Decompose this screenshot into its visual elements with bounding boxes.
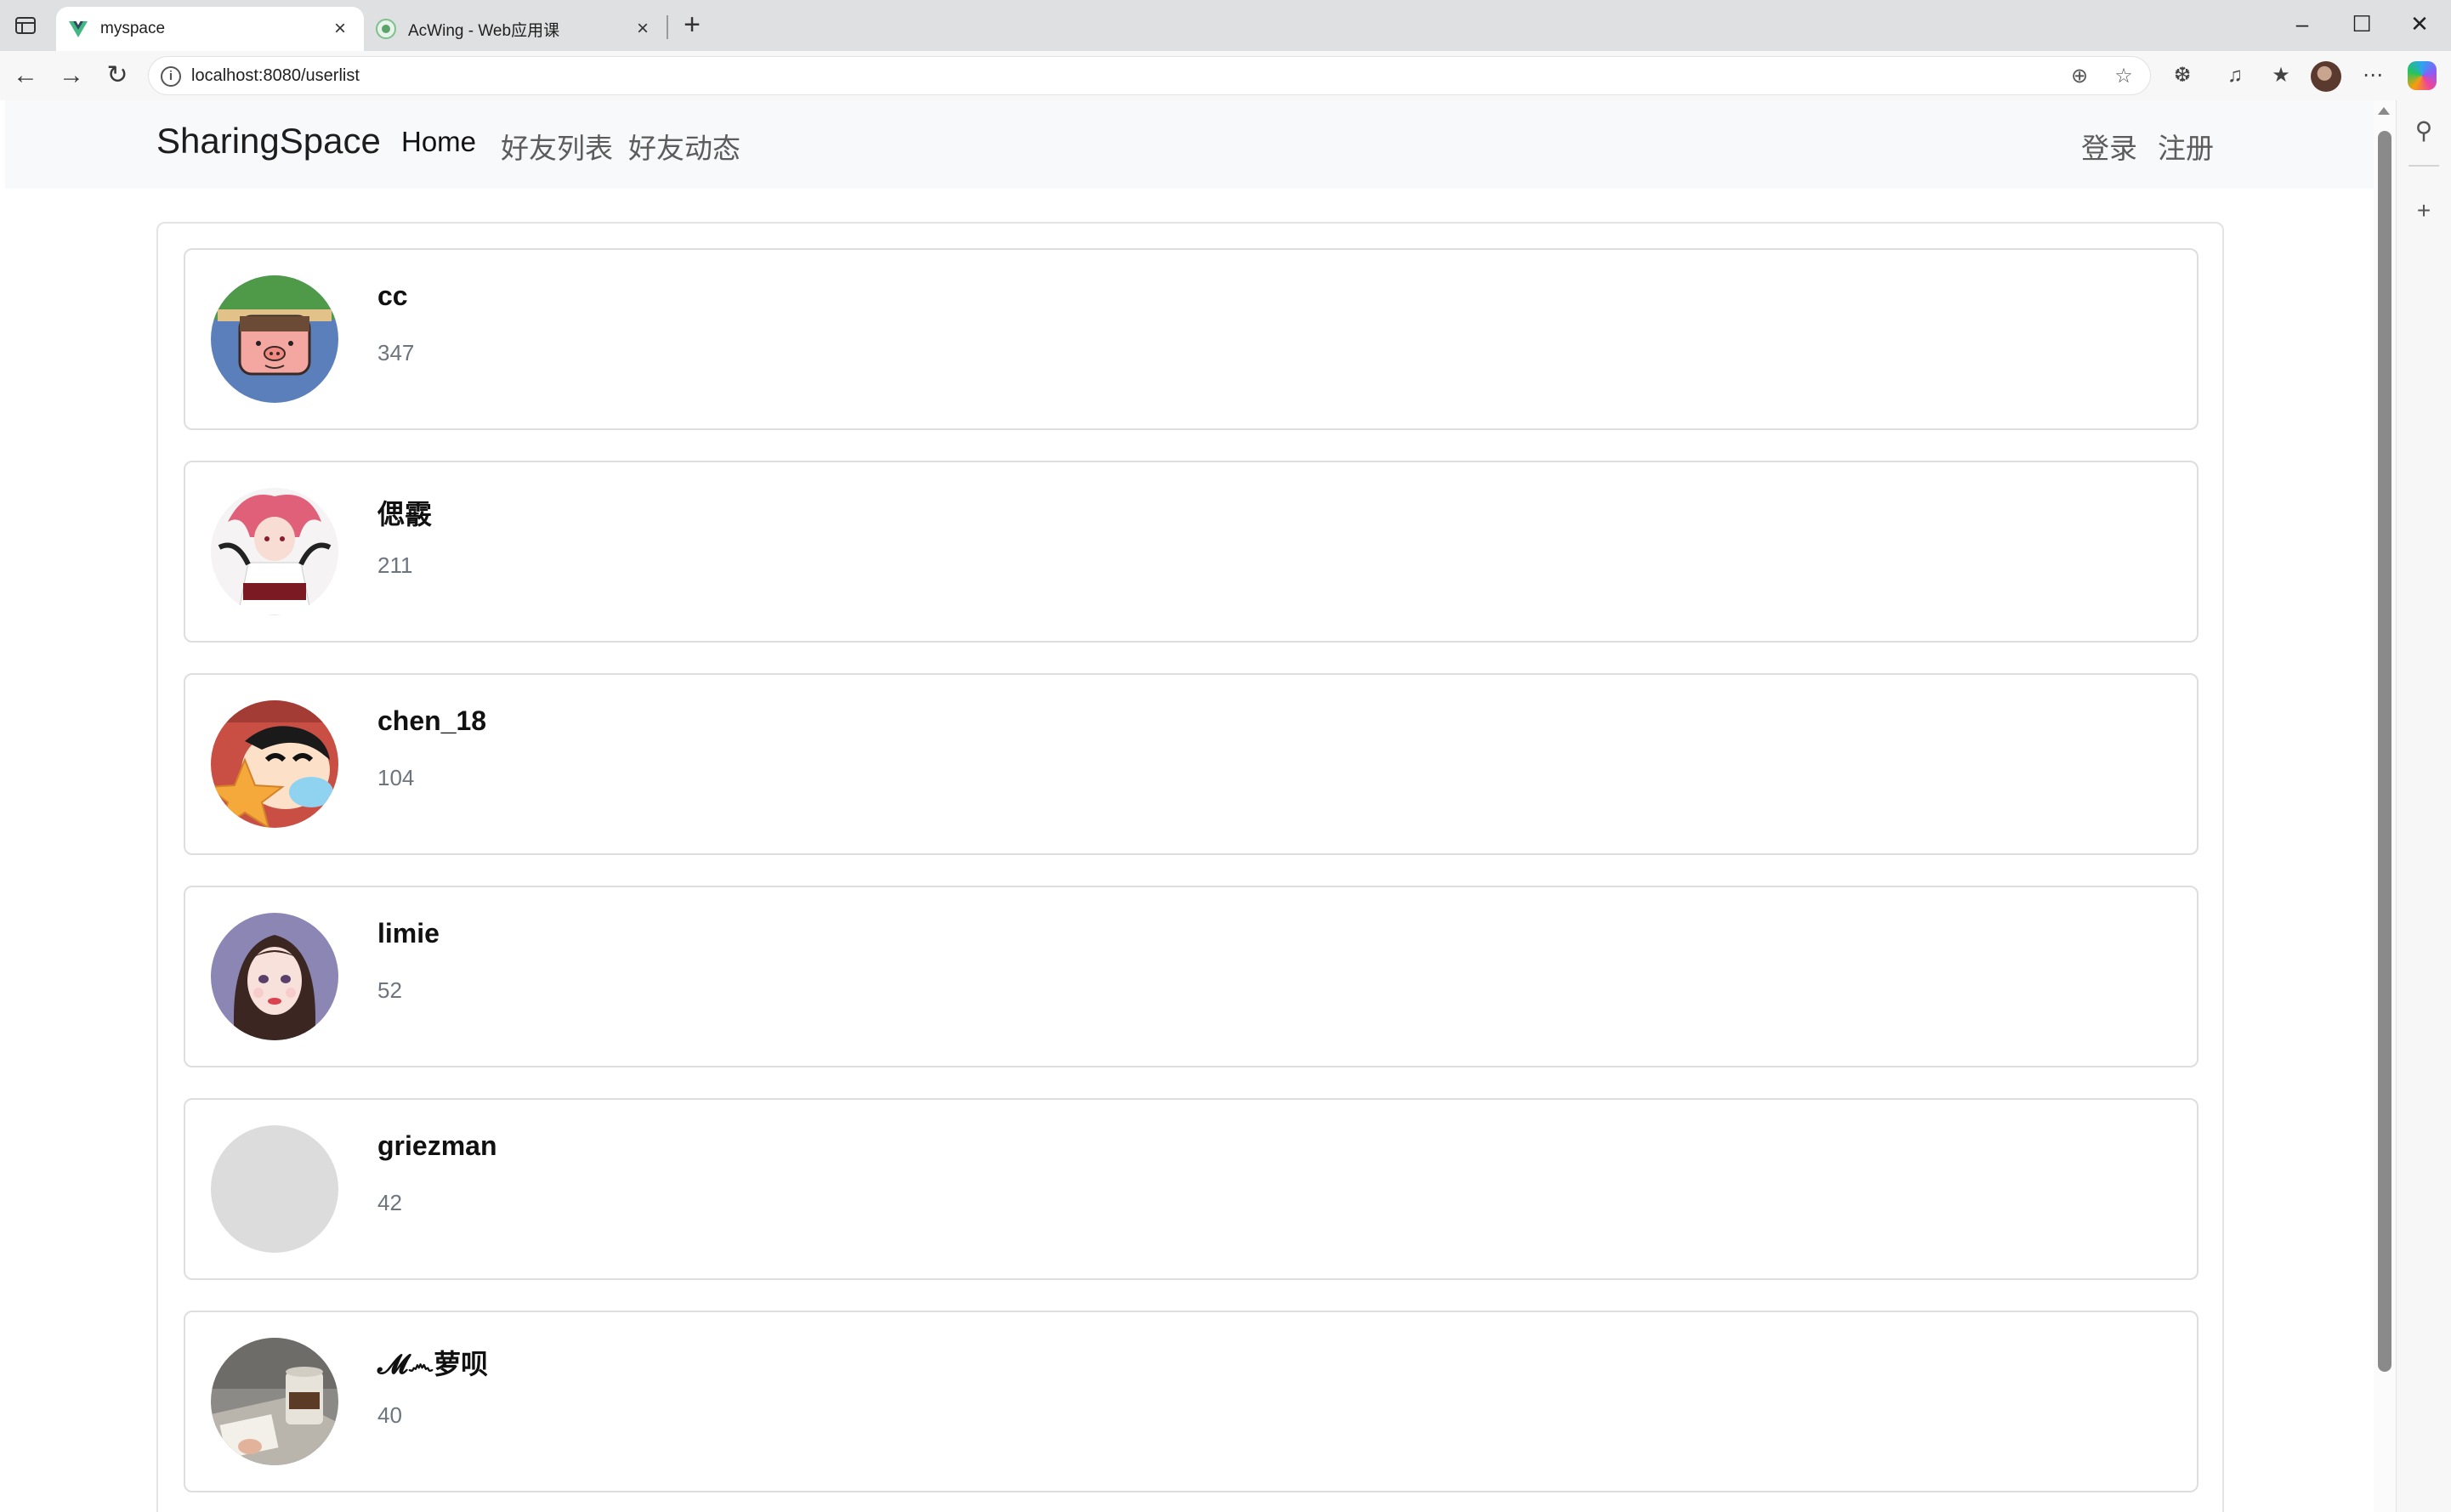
media-icon[interactable]: ♫ <box>2221 61 2250 90</box>
illustrated-girl-icon <box>211 913 338 1040</box>
username: griezman <box>377 1130 497 1161</box>
coffee-desk-photo-icon <box>211 1338 338 1465</box>
user-card[interactable]: 偲霰 211 <box>184 461 2199 643</box>
username: limie <box>377 918 440 949</box>
address-bar[interactable]: i localhost:8080/userlist ⊕ ☆ <box>148 56 2151 95</box>
user-card[interactable]: limie 52 <box>184 886 2199 1067</box>
user-card[interactable]: cc 347 <box>184 248 2199 430</box>
user-avatar-placeholder <box>211 1125 338 1253</box>
follower-count: 104 <box>377 765 415 790</box>
tab-acwing[interactable]: AcWing - Web应用课 × <box>364 7 667 51</box>
tab-close-icon[interactable]: × <box>631 17 655 41</box>
browser-tabbar: myspace × AcWing - Web应用课 × + – ☐ ✕ <box>0 0 2451 51</box>
site-navbar: SharingSpace Home 好友列表 好友动态 登录 注册 <box>5 100 2374 189</box>
cartoon-pig-icon <box>211 275 338 403</box>
user-avatar <box>211 275 338 403</box>
nav-friend-list[interactable]: 好友列表 <box>501 126 613 167</box>
nav-register[interactable]: 注册 <box>2158 126 2214 167</box>
forward-arrow-icon[interactable]: → <box>54 59 88 92</box>
more-options-icon[interactable]: ⋯ <box>2358 61 2387 90</box>
nav-friend-feed[interactable]: 好友动态 <box>628 126 740 167</box>
follower-count: 347 <box>377 340 415 365</box>
user-avatar <box>211 488 338 615</box>
back-arrow-icon[interactable]: ← <box>9 59 43 92</box>
username: 偲霰 <box>377 499 433 529</box>
username: 𝓜෴萝呗 <box>377 1349 489 1379</box>
tab-actions-icon[interactable] <box>14 14 37 37</box>
username: cc <box>377 280 408 311</box>
anime-girl-icon <box>211 488 338 615</box>
sidebar-divider <box>2408 165 2439 167</box>
tab-title: myspace <box>100 20 166 37</box>
nav-login[interactable]: 登录 <box>2081 126 2137 167</box>
follower-count: 42 <box>377 1190 402 1215</box>
scrollbar-thumb[interactable] <box>2378 131 2391 1372</box>
favorites-list-icon[interactable]: ★ <box>2267 61 2295 90</box>
tab-separator <box>667 15 668 39</box>
nav-home[interactable]: Home <box>401 126 476 158</box>
minimize-icon[interactable]: – <box>2278 7 2326 41</box>
copilot-icon[interactable] <box>2408 61 2437 90</box>
user-card[interactable]: griezman 42 <box>184 1098 2199 1280</box>
browser-sidebar: ⚲ + <box>2396 100 2451 1512</box>
follower-count: 211 <box>377 552 413 578</box>
user-list-card: cc 347 偲霰 211 chen_18 104 limie 52 griez… <box>156 222 2224 1512</box>
username: chen_18 <box>377 705 487 736</box>
add-icon[interactable]: + <box>2407 194 2441 228</box>
window-close-icon[interactable]: ✕ <box>2396 7 2443 41</box>
user-avatar <box>211 1338 338 1465</box>
site-info-icon[interactable]: i <box>161 66 181 87</box>
url-text: localhost:8080/userlist <box>191 66 360 85</box>
follower-count: 40 <box>377 1402 402 1428</box>
tab-title: AcWing - Web应用课 <box>408 21 560 40</box>
maximize-icon[interactable]: ☐ <box>2338 7 2386 41</box>
extensions-icon[interactable]: ❆ <box>2168 61 2197 90</box>
user-card[interactable]: 𝓜෴萝呗 40 <box>184 1311 2199 1492</box>
profile-avatar[interactable] <box>2311 61 2341 92</box>
user-avatar <box>211 700 338 828</box>
new-tab-plus-icon[interactable]: + <box>677 10 707 41</box>
acwing-logo-icon <box>376 19 396 39</box>
reload-icon[interactable]: ↻ <box>100 59 134 92</box>
follower-count: 52 <box>377 977 402 1003</box>
favorite-star-icon[interactable]: ☆ <box>2111 64 2136 89</box>
user-avatar <box>211 913 338 1040</box>
zoom-icon[interactable]: ⊕ <box>2067 64 2092 89</box>
page-viewport: SharingSpace Home 好友列表 好友动态 登录 注册 cc 347… <box>0 100 2396 1512</box>
tab-myspace[interactable]: myspace × <box>56 7 364 51</box>
tab-close-icon[interactable]: × <box>328 17 352 41</box>
crayon-shin-chan-icon <box>211 700 338 828</box>
search-icon[interactable]: ⚲ <box>2407 114 2441 148</box>
vue-logo-icon <box>69 21 88 37</box>
brand-logo[interactable]: SharingSpace <box>156 121 381 161</box>
user-card[interactable]: chen_18 104 <box>184 673 2199 855</box>
browser-toolbar: ← → ↻ i localhost:8080/userlist ⊕ ☆ ❆ ♫ … <box>0 51 2451 100</box>
scroll-up-arrow-icon[interactable] <box>2378 107 2390 115</box>
